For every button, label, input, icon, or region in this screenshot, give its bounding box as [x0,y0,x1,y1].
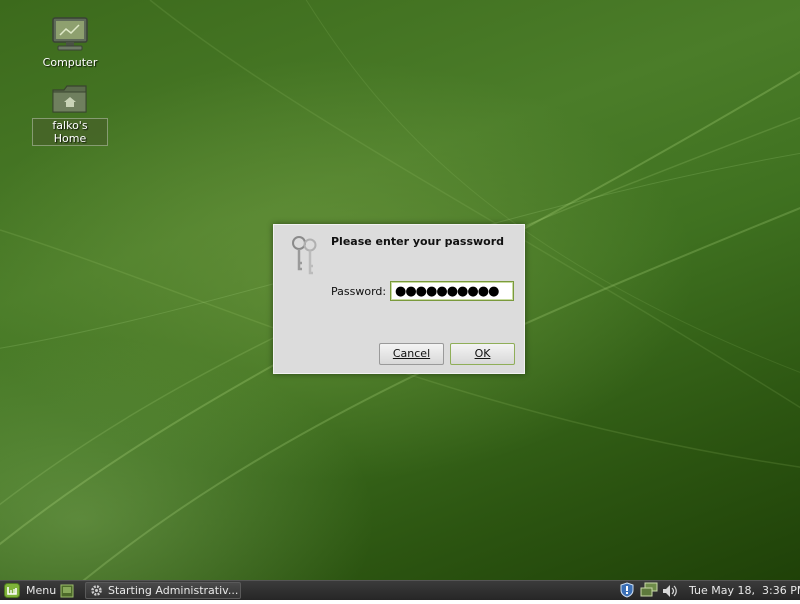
desktop-icon-computer[interactable]: Computer [32,14,108,69]
show-desktop-button[interactable] [60,581,76,600]
shield-icon [620,582,634,598]
keys-icon [292,236,317,275]
home-folder-icon [52,85,87,113]
clock[interactable]: Tue May 18, 3:36 PM [689,581,800,600]
tray-shield[interactable] [620,581,636,600]
desktop-icon-label: Computer [42,56,98,69]
menu-label: Menu [26,584,57,597]
mint-logo-icon [4,583,20,598]
ok-button[interactable]: OK [450,343,515,365]
tray-volume[interactable] [662,581,678,600]
volume-icon [663,585,677,597]
tray-network[interactable] [640,581,658,600]
desktop: Computer falko's Home Please enter your … [0,0,800,580]
password-dialog: Please enter your password Password: Can… [273,224,525,374]
cancel-button[interactable]: Cancel [379,343,444,365]
taskbar: Menu Starting Administrativ... Tue May 1… [0,580,800,600]
gear-icon [91,585,102,596]
password-field[interactable] [390,281,514,301]
desktop-icon-home[interactable]: falko's Home [32,82,108,146]
menu-button[interactable]: Menu [2,581,58,600]
task-label: Starting Administrativ... [108,584,239,597]
desktop-icon-label: falko's Home [32,118,108,146]
show-desktop-icon [60,584,74,598]
computer-icon [52,17,88,51]
dialog-title: Please enter your password [331,235,505,248]
taskbar-task-button[interactable]: Starting Administrativ... [85,582,241,599]
password-label: Password: [331,285,387,298]
network-icon [640,582,658,597]
